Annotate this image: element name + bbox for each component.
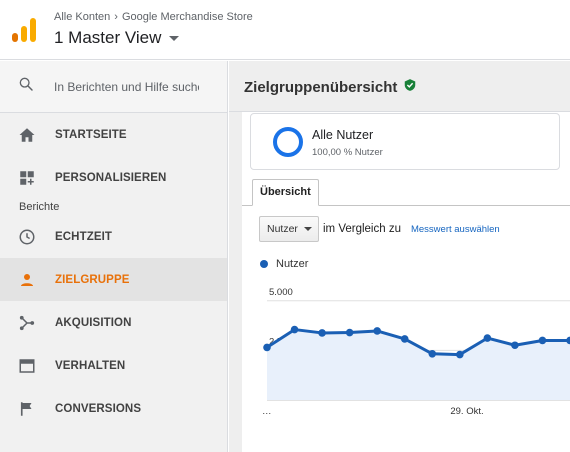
page-title-row: Zielgruppenübersicht [244, 78, 417, 97]
sidebar-item-label: AKQUISITION [55, 316, 132, 329]
verified-shield-icon [403, 78, 417, 97]
sidebar-search[interactable]: In Berichten und Hilfe suchen [0, 61, 227, 113]
dashboard-plus-icon [18, 169, 36, 187]
data-point [318, 329, 326, 337]
x-tick-label: … [262, 406, 272, 417]
view-selector[interactable]: 1 Master View [54, 28, 180, 48]
y-tick-label: 5.000 [269, 287, 293, 298]
section-label-reports: Berichte [19, 201, 60, 213]
sidebar-item-label: CONVERSIONS [55, 402, 142, 415]
sidebar-item-label: ECHTZEIT [55, 230, 113, 243]
sidebar-item-conversions[interactable]: CONVERSIONS [0, 387, 227, 430]
data-point [400, 335, 409, 343]
search-icon [18, 76, 34, 97]
analytics-logo-icon[interactable] [12, 18, 36, 42]
data-point [290, 325, 299, 334]
sidebar-item-label: PERSONALISIEREN [55, 171, 167, 184]
data-point [538, 336, 547, 345]
sidebar-item-verhalten[interactable]: VERHALTEN [0, 344, 227, 387]
sidebar-item-echtzeit[interactable]: ECHTZEIT [0, 215, 227, 258]
sidebar-item-personalisieren[interactable]: PERSONALISIEREN [0, 156, 227, 199]
sidebar-item-label: VERHALTEN [55, 359, 126, 372]
view-name: 1 Master View [54, 28, 162, 47]
breadcrumb-accounts[interactable]: Alle Konten [54, 11, 110, 23]
person-icon [18, 271, 36, 289]
data-point [511, 341, 519, 350]
caret-down-icon [169, 35, 180, 41]
sidebar-item-startseite[interactable]: STARTSEITE [0, 113, 227, 156]
users-line-chart: 5.0002.500…29. Okt. [262, 287, 570, 417]
page-title: Zielgruppenübersicht [244, 79, 398, 96]
data-point [483, 334, 492, 342]
clock-icon [18, 228, 36, 246]
data-point [263, 343, 271, 352]
data-point [428, 349, 437, 358]
sidebar-item-zielgruppe[interactable]: ZIELGRUPPE [0, 258, 227, 301]
flag-icon [18, 400, 36, 418]
sidebar-item-label: STARTSEITE [55, 128, 127, 141]
home-icon [18, 126, 36, 144]
share-icon [18, 314, 36, 332]
sidebar-item-akquisition[interactable]: AKQUISITION [0, 301, 227, 344]
breadcrumb: Alle Konten › Google Merchandise Store [54, 11, 253, 23]
window-icon [18, 357, 36, 375]
data-point [345, 328, 354, 337]
x-tick-label: 29. Okt. [450, 406, 483, 417]
data-point [373, 327, 381, 335]
series-area-fill [267, 329, 570, 400]
search-input[interactable]: In Berichten und Hilfe suchen [54, 80, 199, 94]
top-header: Alle Konten › Google Merchandise Store 1… [0, 0, 570, 60]
breadcrumb-property[interactable]: Google Merchandise Store [122, 11, 253, 23]
data-point [456, 350, 464, 359]
sidebar-item-label: ZIELGRUPPE [55, 273, 130, 286]
chevron-right-icon: › [114, 11, 118, 23]
sidebar: In Berichten und Hilfe suchen STARTSEITE… [0, 61, 228, 452]
main-panel: Zielgruppenübersicht Alle Nutzer 100,00 … [229, 61, 570, 452]
report-content: Alle Nutzer 100,00 % Nutzer Übersicht Nu… [242, 112, 570, 452]
